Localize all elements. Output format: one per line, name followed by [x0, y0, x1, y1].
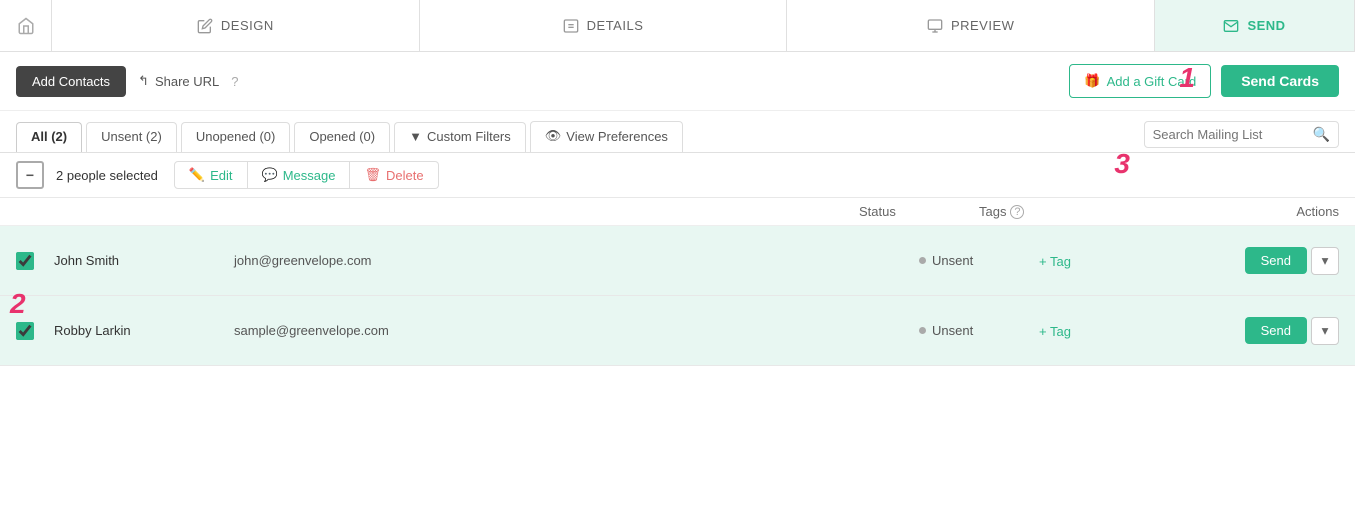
details-icon	[563, 18, 579, 34]
row-send-button[interactable]: Send	[1245, 317, 1307, 344]
filter-tab-view[interactable]: 👁 View Preferences	[530, 121, 683, 152]
col-header-tags: Tags ?	[979, 204, 1179, 219]
top-nav: DESIGN DETAILS PREVIEW SEND	[0, 0, 1355, 52]
tab-details[interactable]: DETAILS	[420, 0, 788, 51]
contacts-list: John Smith john@greenvelope.com Unsent +…	[0, 226, 1355, 366]
col-header-status: Status	[859, 204, 979, 219]
add-tag-button[interactable]: + Tag	[1039, 324, 1071, 339]
share-help-icon[interactable]: ?	[231, 74, 238, 89]
add-tag-button[interactable]: + Tag	[1039, 254, 1071, 269]
toolbar-right: 🎁 Add a Gift Card Send Cards	[1069, 64, 1339, 98]
status-dot	[919, 327, 926, 334]
selected-count-label: 2 people selected	[56, 168, 158, 183]
contact-status: Unsent	[919, 323, 1039, 338]
add-gift-label: Add a Gift Card	[1107, 74, 1197, 89]
contact-tags: + Tag	[1039, 323, 1239, 339]
contact-actions: Send ▾	[1239, 317, 1339, 345]
preview-icon	[927, 18, 943, 34]
contact-email: john@greenvelope.com	[234, 253, 484, 268]
status-dot	[919, 257, 926, 264]
send-icon	[1223, 18, 1239, 34]
minus-icon: −	[26, 167, 34, 183]
filter-tab-custom[interactable]: ▼ Custom Filters	[394, 122, 526, 152]
row-send-button[interactable]: Send	[1245, 247, 1307, 274]
search-icon: 🔍	[1313, 126, 1330, 143]
row-checkbox[interactable]	[16, 322, 34, 340]
share-url-button[interactable]: ↰ Share URL	[138, 73, 219, 89]
delete-label: Delete	[386, 168, 424, 183]
filter-tab-unopened[interactable]: Unopened (0)	[181, 122, 291, 152]
edit-icon: ✏️	[189, 167, 205, 183]
contact-name: John Smith	[54, 253, 234, 268]
message-selected-button[interactable]: 💬 Message	[248, 161, 351, 189]
share-arrow-icon: ↰	[138, 73, 149, 89]
edit-label: Edit	[210, 168, 232, 183]
search-mailing-container: 🔍	[1144, 121, 1339, 148]
delete-icon: 🗑	[364, 167, 381, 183]
contact-tags: + Tag	[1039, 253, 1239, 269]
selection-bar: − 2 people selected ✏️ Edit 💬 Message 🗑 …	[0, 153, 1355, 198]
filter-tab-unsent[interactable]: Unsent (2)	[86, 122, 177, 152]
table-row: John Smith john@greenvelope.com Unsent +…	[0, 226, 1355, 296]
deselect-all-button[interactable]: −	[16, 161, 44, 189]
contact-status: Unsent	[919, 253, 1039, 268]
tab-send-label: SEND	[1247, 18, 1285, 33]
tags-help-icon[interactable]: ?	[1010, 205, 1024, 219]
tab-preview-label: PREVIEW	[951, 18, 1014, 33]
toolbar: Add Contacts ↰ Share URL ? 3 🎁 Add a Gif…	[0, 52, 1355, 111]
send-cards-button[interactable]: Send Cards	[1221, 65, 1339, 97]
tab-design[interactable]: DESIGN	[52, 0, 420, 51]
chevron-down-icon: ▾	[1322, 323, 1329, 339]
filter-icon: ▼	[409, 129, 422, 144]
message-icon: 💬	[262, 167, 278, 183]
tab-design-label: DESIGN	[221, 18, 274, 33]
edit-selected-button[interactable]: ✏️ Edit	[174, 161, 248, 189]
tab-send[interactable]: SEND	[1155, 0, 1355, 51]
tab-preview[interactable]: PREVIEW	[787, 0, 1155, 51]
tab-details-label: DETAILS	[587, 18, 644, 33]
home-icon	[17, 17, 35, 35]
message-label: Message	[283, 168, 336, 183]
row-expand-button[interactable]: ▾	[1311, 317, 1339, 345]
filter-tab-all[interactable]: All (2)	[16, 122, 82, 152]
row-expand-button[interactable]: ▾	[1311, 247, 1339, 275]
share-url-label: Share URL	[155, 74, 219, 89]
filter-tab-opened[interactable]: Opened (0)	[294, 122, 390, 152]
gift-icon: 🎁	[1084, 73, 1100, 89]
delete-selected-button[interactable]: 🗑 Delete	[350, 161, 438, 189]
row-checkbox[interactable]	[16, 252, 34, 270]
table-row: Robby Larkin sample@greenvelope.com Unse…	[0, 296, 1355, 366]
col-header-actions: Actions	[1179, 204, 1339, 219]
table-header: Status Tags ? Actions	[0, 198, 1355, 226]
add-gift-card-button[interactable]: 🎁 Add a Gift Card	[1069, 64, 1211, 98]
home-nav-button[interactable]	[0, 0, 52, 51]
contact-name: Robby Larkin	[54, 323, 234, 338]
design-icon	[197, 18, 213, 34]
contact-email: sample@greenvelope.com	[234, 323, 484, 338]
filter-bar: All (2) Unsent (2) Unopened (0) Opened (…	[0, 111, 1355, 153]
chevron-down-icon: ▾	[1322, 253, 1329, 269]
add-contacts-button[interactable]: Add Contacts	[16, 66, 126, 97]
eye-icon: 👁	[545, 128, 562, 144]
search-mailing-input[interactable]	[1153, 127, 1313, 142]
contact-actions: Send ▾	[1239, 247, 1339, 275]
